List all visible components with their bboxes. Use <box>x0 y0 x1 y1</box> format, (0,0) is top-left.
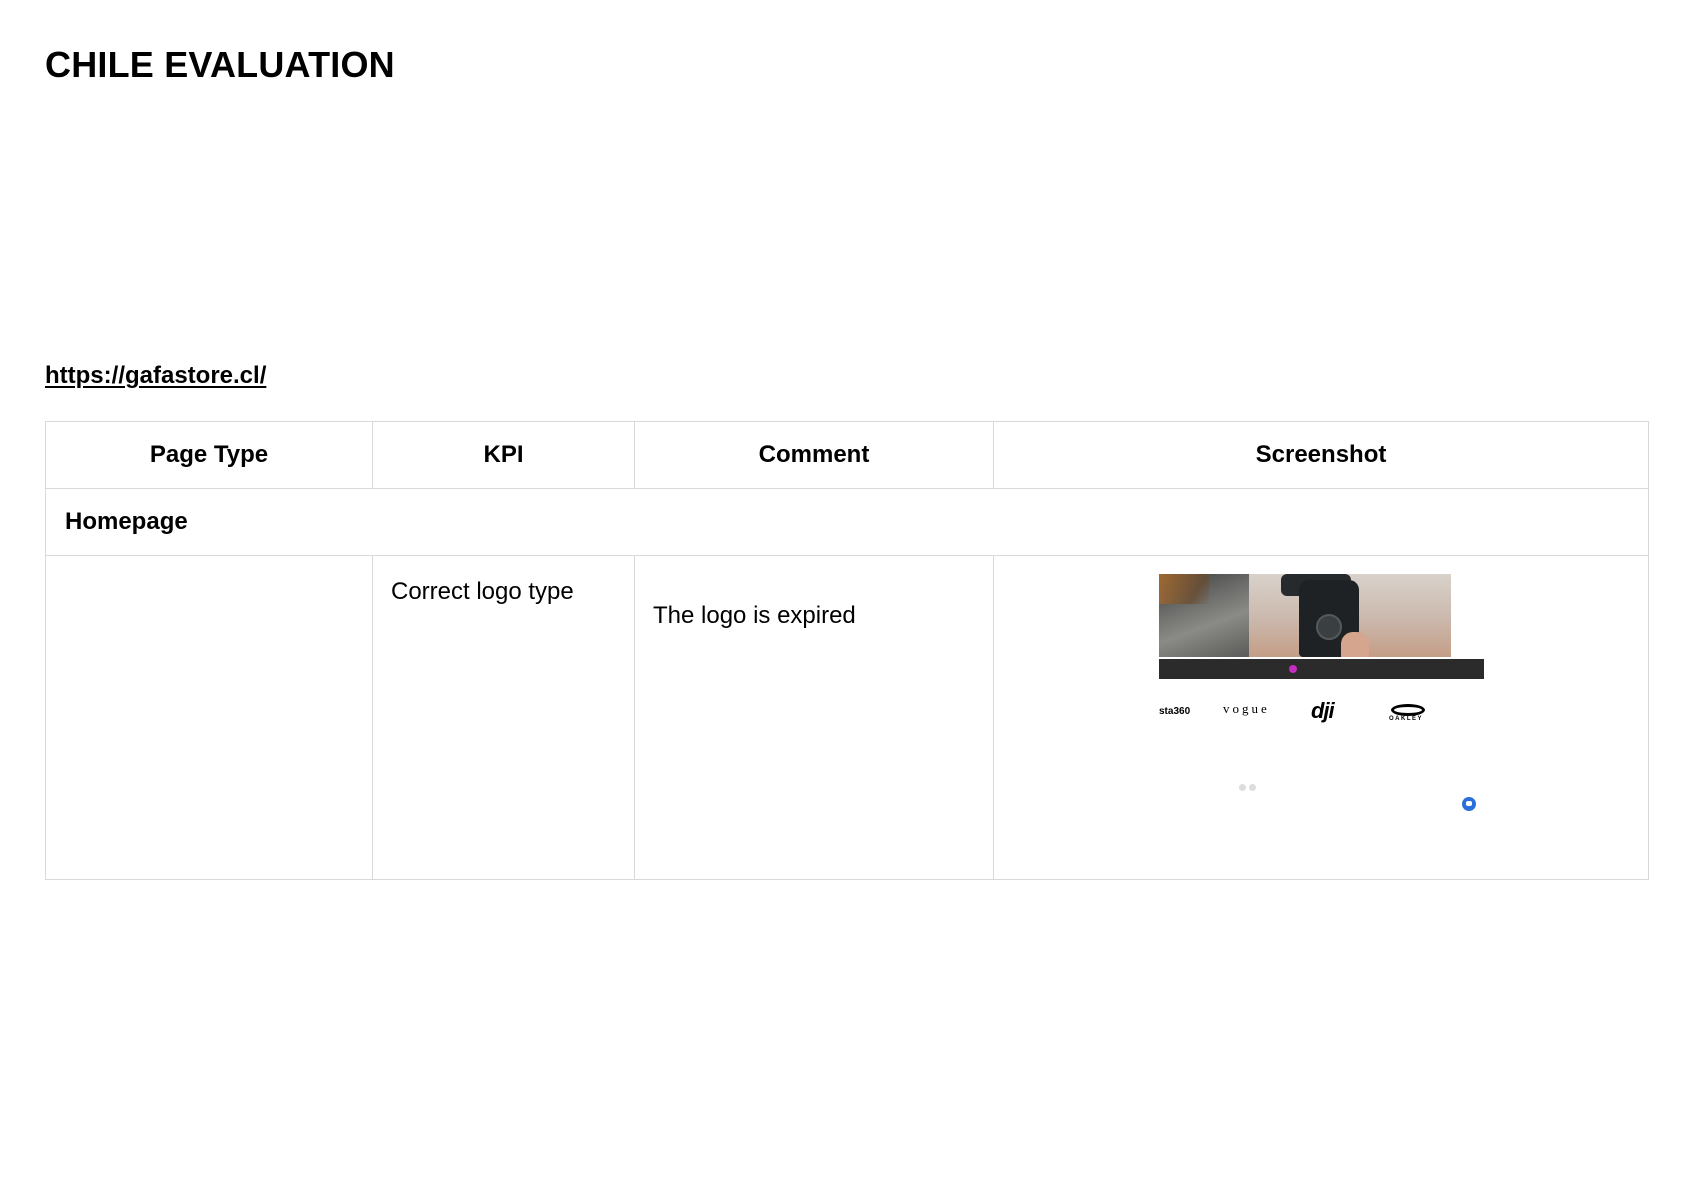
brand-logo-insta360: sta360 <box>1159 706 1191 717</box>
table-row: Correct logo type The logo is expired st… <box>45 555 1649 880</box>
oakley-ellipse-icon <box>1391 704 1425 716</box>
promo-bar <box>1159 659 1484 679</box>
cell-kpi: Correct logo type <box>372 555 635 880</box>
brand-logo-vogue: vogue <box>1223 701 1270 716</box>
header-comment: Comment <box>634 421 994 489</box>
hero-photo <box>1159 574 1451 657</box>
header-screenshot: Screenshot <box>993 421 1649 489</box>
header-page-type: Page Type <box>45 421 373 489</box>
cell-screenshot: sta360 vogue dji OAKLEY <box>993 555 1649 880</box>
cell-comment: The logo is expired <box>634 555 994 880</box>
chat-bubble-icon <box>1462 797 1476 811</box>
brand-logo-oakley: OAKLEY <box>1389 716 1424 722</box>
evaluation-table: Page Type KPI Comment Screenshot Homepag… <box>45 421 1649 880</box>
cell-page-type <box>45 555 373 880</box>
header-kpi: KPI <box>372 421 635 489</box>
badge-icon <box>1289 665 1297 673</box>
brand-logo-dji: dji <box>1311 698 1335 723</box>
site-url-link[interactable]: https://gafastore.cl/ <box>45 362 266 390</box>
carousel-arrows-icon <box>1239 770 1259 791</box>
section-homepage: Homepage <box>45 488 1649 556</box>
homepage-screenshot-thumbnail: sta360 vogue dji OAKLEY <box>1159 574 1484 819</box>
section-row: Homepage <box>45 488 1649 556</box>
page-title: CHILE EVALUATION <box>45 44 395 85</box>
table-header-row: Page Type KPI Comment Screenshot <box>45 421 1649 489</box>
